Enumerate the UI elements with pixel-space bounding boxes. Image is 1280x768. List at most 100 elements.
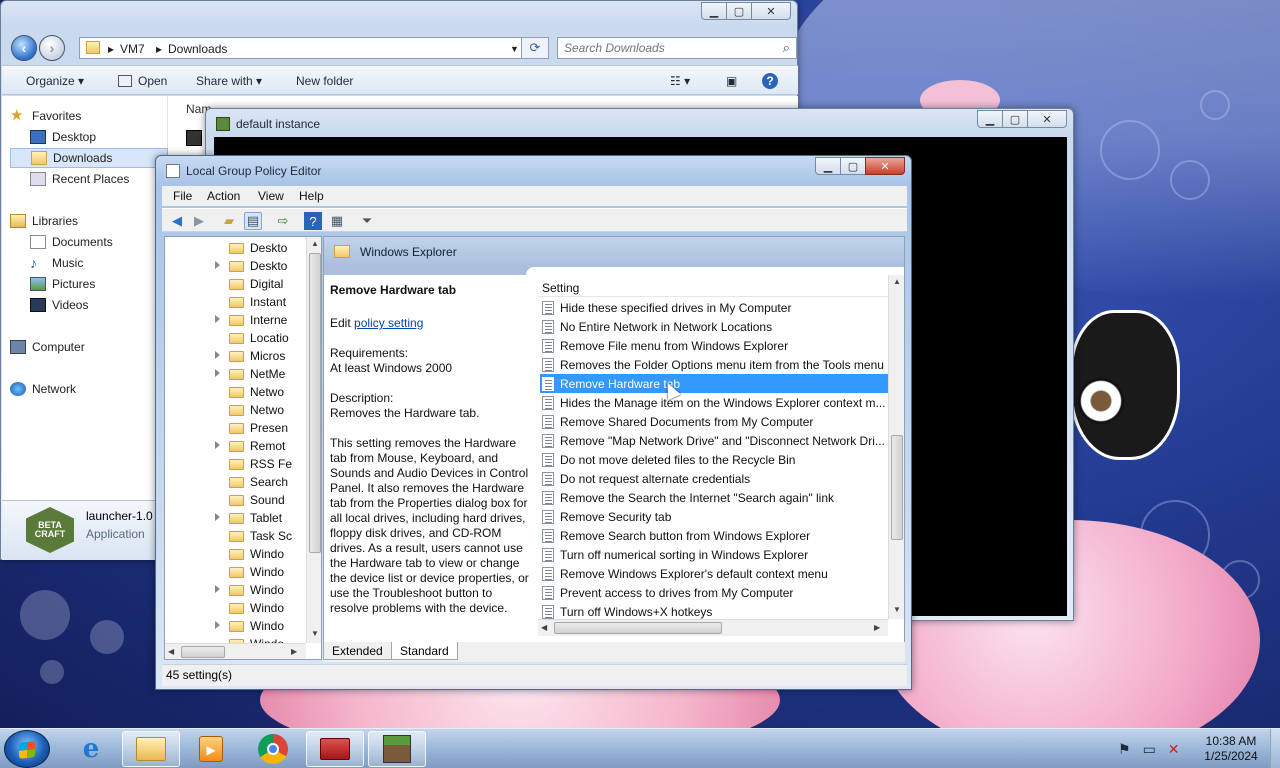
address-dropdown-icon[interactable]: ▼: [510, 44, 519, 54]
menu-action[interactable]: Action: [207, 189, 240, 203]
tab-extended[interactable]: Extended: [323, 642, 392, 660]
up-folder-icon[interactable]: ▰: [220, 212, 238, 230]
policy-setting-link[interactable]: policy setting: [354, 316, 423, 330]
expand-arrow-icon[interactable]: [215, 621, 220, 629]
setting-row[interactable]: Do not move deleted files to the Recycle…: [540, 450, 888, 469]
setting-row[interactable]: Remove the Search the Internet "Search a…: [540, 488, 888, 507]
show-hide-tree-icon[interactable]: ▤: [244, 212, 262, 230]
scroll-right-icon[interactable]: ▶: [874, 623, 880, 632]
scroll-thumb[interactable]: [554, 622, 722, 634]
scroll-left-icon[interactable]: ◀: [168, 647, 174, 656]
network-status-icon[interactable]: ▭: [1143, 741, 1156, 758]
setting-row[interactable]: Remove Shared Documents from My Computer: [540, 412, 888, 431]
close-button[interactable]: ✕: [865, 157, 905, 175]
tab-standard[interactable]: Standard: [391, 642, 458, 660]
setting-row[interactable]: Remove Hardware tab: [540, 374, 888, 393]
export-list-icon[interactable]: ⇨: [274, 212, 292, 230]
minimize-button[interactable]: ▁: [701, 2, 727, 20]
help-icon[interactable]: ?: [304, 212, 322, 230]
close-button[interactable]: ✕: [1027, 110, 1067, 128]
filter-icon[interactable]: ⏷: [358, 212, 376, 230]
refresh-button[interactable]: ⟳: [521, 37, 549, 59]
expand-arrow-icon[interactable]: [215, 315, 220, 323]
new-folder-button[interactable]: New folder: [296, 74, 353, 88]
group-policy-editor-window[interactable]: Local Group Policy Editor ▁ ▢ ✕ File Act…: [155, 155, 912, 690]
scroll-up-icon[interactable]: ▲: [893, 277, 901, 286]
nav-desktop[interactable]: Desktop: [30, 127, 166, 147]
taskbar-group-policy-editor[interactable]: [306, 731, 364, 767]
properties-icon[interactable]: ▦: [328, 212, 346, 230]
organize-button[interactable]: Organize ▾: [26, 74, 84, 88]
volume-muted-icon[interactable]: ✕: [1168, 741, 1180, 758]
setting-row[interactable]: Turn off numerical sorting in Windows Ex…: [540, 545, 888, 564]
setting-row[interactable]: Hides the Manage item on the Windows Exp…: [540, 393, 888, 412]
setting-row[interactable]: Remove File menu from Windows Explorer: [540, 336, 888, 355]
back-arrow-icon[interactable]: ◀: [168, 212, 186, 230]
scroll-down-icon[interactable]: ▼: [893, 605, 901, 614]
change-view-icon[interactable]: ☷ ▾: [670, 74, 690, 88]
expand-arrow-icon[interactable]: [215, 513, 220, 521]
taskbar-windows-explorer[interactable]: [122, 731, 180, 767]
expand-arrow-icon[interactable]: [215, 441, 220, 449]
help-icon[interactable]: ?: [762, 73, 778, 89]
maximize-button[interactable]: ▢: [726, 2, 752, 20]
scroll-thumb[interactable]: [309, 253, 321, 553]
action-center-flag-icon[interactable]: ⚑: [1118, 741, 1131, 758]
scroll-left-icon[interactable]: ◀: [541, 623, 547, 632]
expand-arrow-icon[interactable]: [215, 369, 220, 377]
clock[interactable]: 10:38 AM 1/25/2024: [1196, 734, 1266, 764]
show-desktop-button[interactable]: [1270, 729, 1280, 768]
menu-help[interactable]: Help: [299, 189, 324, 203]
nav-network[interactable]: Network: [10, 379, 166, 399]
nav-libraries[interactable]: Libraries: [10, 211, 166, 231]
breadcrumb-downloads[interactable]: Downloads: [168, 42, 227, 56]
open-button[interactable]: Open: [118, 74, 167, 88]
setting-row[interactable]: Remove "Map Network Drive" and "Disconne…: [540, 431, 888, 450]
setting-row[interactable]: Turn off Windows+X hotkeys: [540, 602, 888, 621]
taskbar-media-player[interactable]: ▶: [182, 731, 240, 767]
menu-view[interactable]: View: [258, 189, 284, 203]
taskbar-internet-explorer[interactable]: e: [62, 731, 120, 767]
minimize-button[interactable]: ▁: [815, 157, 841, 175]
file-icon[interactable]: [186, 130, 202, 146]
maximize-button[interactable]: ▢: [840, 157, 866, 175]
expand-arrow-icon[interactable]: [215, 261, 220, 269]
scroll-up-icon[interactable]: ▲: [311, 239, 319, 248]
back-button[interactable]: ‹: [11, 35, 37, 61]
forward-arrow-icon[interactable]: ▶: [190, 212, 208, 230]
settings-vertical-scrollbar[interactable]: ▲ ▼: [888, 275, 904, 619]
breadcrumb-separator[interactable]: ▸: [108, 42, 114, 56]
taskbar-minecraft[interactable]: [368, 731, 426, 767]
setting-row[interactable]: Remove Windows Explorer's default contex…: [540, 564, 888, 583]
setting-row[interactable]: Remove Search button from Windows Explor…: [540, 526, 888, 545]
breadcrumb-vm7[interactable]: VM7: [120, 42, 145, 56]
close-button[interactable]: ✕: [751, 2, 791, 20]
maximize-button[interactable]: ▢: [1002, 110, 1028, 128]
forward-button[interactable]: ›: [39, 35, 65, 61]
address-bar[interactable]: ▸ VM7 ▸ Downloads ▼: [79, 37, 525, 59]
setting-row[interactable]: Removes the Folder Options menu item fro…: [540, 355, 888, 374]
nav-recent-places[interactable]: Recent Places: [30, 169, 166, 189]
search-input[interactable]: [558, 38, 768, 58]
setting-row[interactable]: Remove Security tab: [540, 507, 888, 526]
nav-documents[interactable]: Documents: [30, 232, 166, 252]
nav-music[interactable]: ♪ Music: [30, 253, 166, 273]
setting-row[interactable]: No Entire Network in Network Locations: [540, 317, 888, 336]
tree-horizontal-scrollbar[interactable]: ◀ ▶: [165, 643, 306, 659]
menu-file[interactable]: File: [173, 189, 192, 203]
preview-pane-icon[interactable]: ▣: [726, 74, 737, 88]
expand-arrow-icon[interactable]: [215, 351, 220, 359]
start-button[interactable]: [4, 730, 50, 768]
scroll-thumb[interactable]: [181, 646, 225, 658]
setting-row[interactable]: Hide these specified drives in My Comput…: [540, 298, 888, 317]
nav-pictures[interactable]: Pictures: [30, 274, 166, 294]
nav-computer[interactable]: Computer: [10, 337, 166, 357]
nav-downloads[interactable]: Downloads: [10, 148, 168, 168]
scroll-down-icon[interactable]: ▼: [311, 629, 319, 638]
setting-row[interactable]: Prevent access to drives from My Compute…: [540, 583, 888, 602]
breadcrumb-separator[interactable]: ▸: [156, 42, 162, 56]
settings-horizontal-scrollbar[interactable]: ◀ ▶: [538, 619, 888, 636]
setting-row[interactable]: Do not request alternate credentials: [540, 469, 888, 488]
scroll-thumb[interactable]: [891, 435, 903, 540]
taskbar-chrome[interactable]: [244, 731, 302, 767]
